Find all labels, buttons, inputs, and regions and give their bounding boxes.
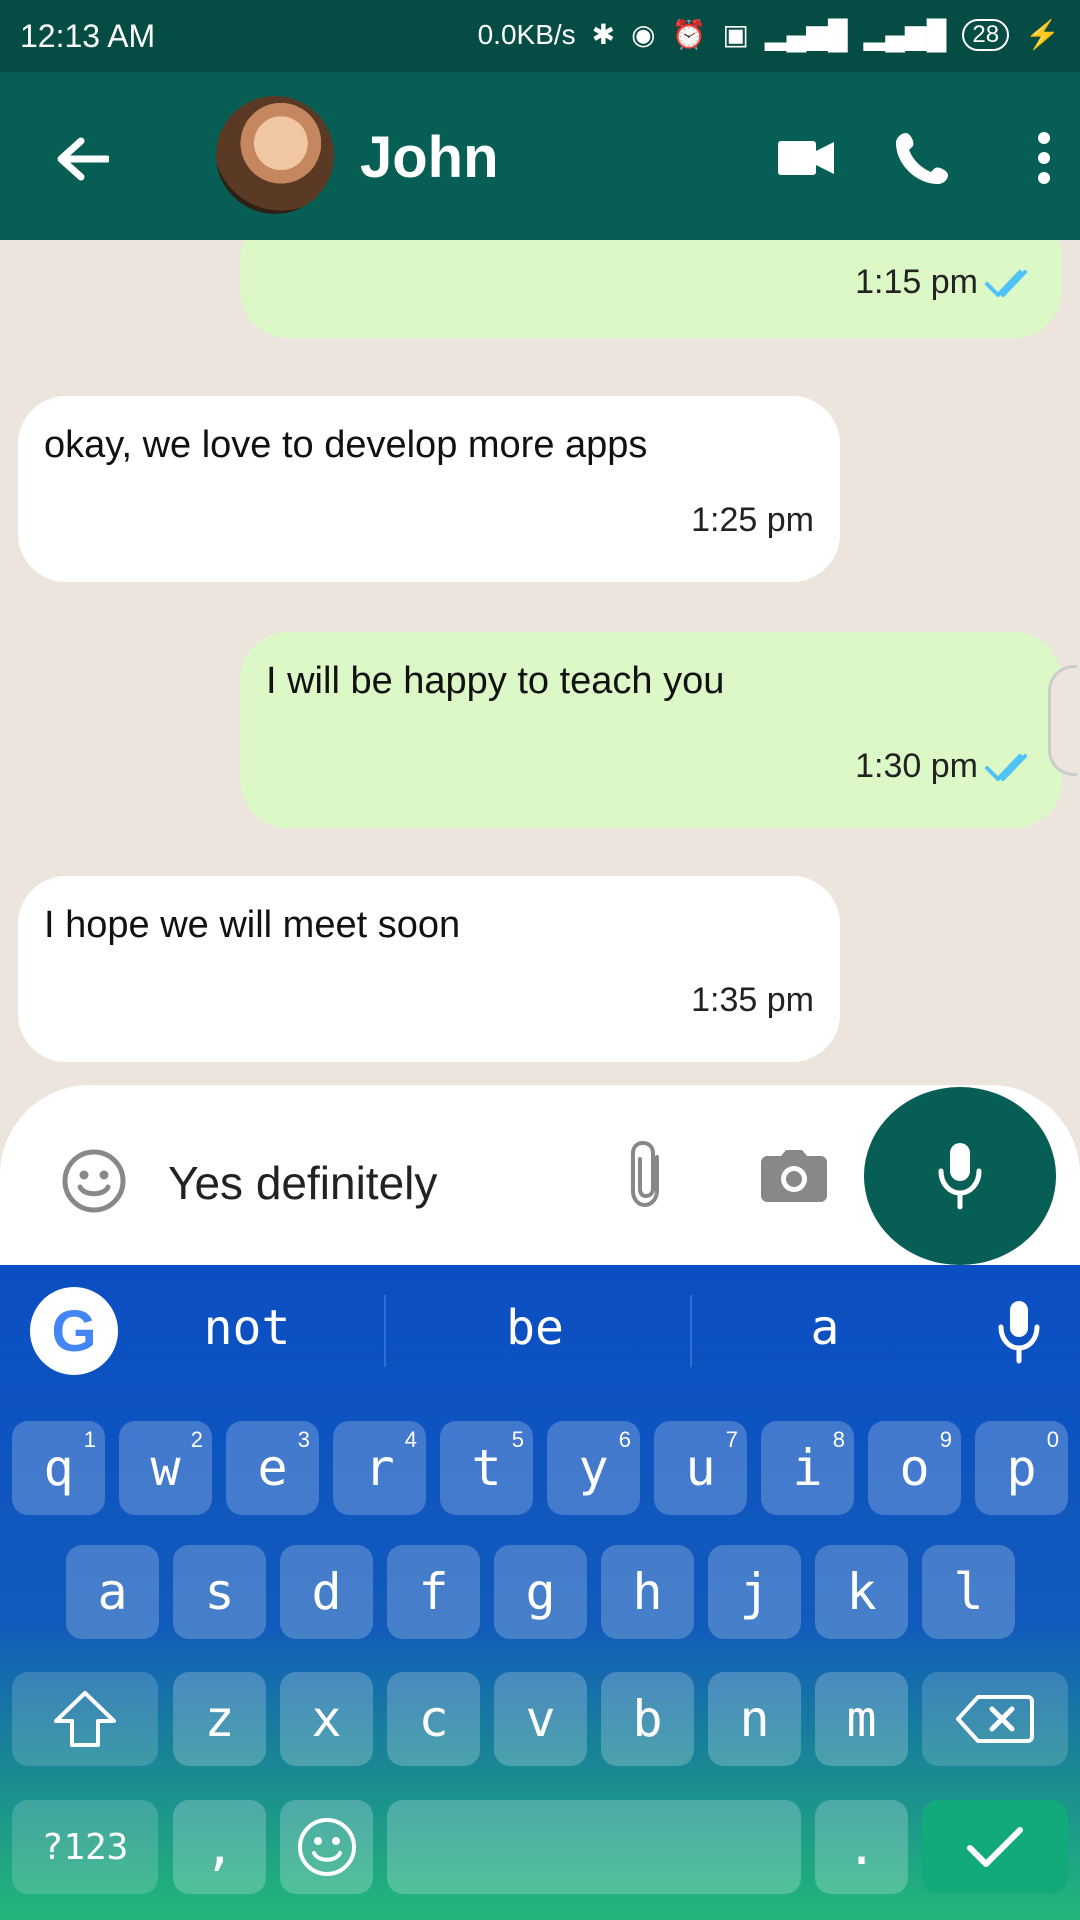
message-text: I hope we will meet soon	[44, 904, 461, 946]
message-composer	[0, 1085, 1080, 1265]
more-options-icon[interactable]	[1008, 122, 1080, 194]
shift-arrow-icon	[54, 1691, 116, 1747]
space-bar[interactable]	[387, 1800, 801, 1894]
key-m[interactable]: m	[815, 1672, 908, 1766]
message-list[interactable]: 1:15 pm okay, we love to develop more ap…	[0, 240, 1080, 1085]
key-q[interactable]: q1	[12, 1421, 105, 1515]
status-time: 12:13 AM	[20, 18, 156, 54]
message-time: 1:25 pm	[691, 501, 814, 539]
phone-call-icon[interactable]	[886, 122, 958, 194]
video-call-icon[interactable]	[770, 122, 842, 194]
status-bar: 12:13 AM 0.0KB/s ✱ ◉ ⏰ ▣ ▂▄▆█ ▂▄▆█ 28 ⚡	[0, 0, 1080, 72]
key-r[interactable]: r4	[333, 1421, 426, 1515]
smiley-icon	[297, 1818, 356, 1876]
key-e[interactable]: e3	[226, 1421, 319, 1515]
backspace-icon	[956, 1695, 1034, 1743]
message-bubble-outgoing[interactable]: I will be happy to teach you 1:30 pm	[240, 632, 1062, 828]
emoji-key[interactable]	[280, 1800, 373, 1894]
key-f[interactable]: f	[387, 1545, 480, 1639]
data-speed: 0.0KB/s	[477, 18, 576, 50]
suggestion-divider	[384, 1295, 386, 1367]
message-time: 1:35 pm	[691, 981, 814, 1019]
contact-name[interactable]: John	[360, 124, 499, 191]
status-icons: 0.0KB/s ✱ ◉ ⏰ ▣ ▂▄▆█ ▂▄▆█ 28 ⚡	[478, 18, 1060, 51]
message-meta: 1:35 pm	[691, 981, 814, 1020]
key-w[interactable]: w2	[119, 1421, 212, 1515]
key-x[interactable]: x	[280, 1672, 373, 1766]
key-p[interactable]: p0	[975, 1421, 1068, 1515]
key-g[interactable]: g	[494, 1545, 587, 1639]
message-meta: 1:25 pm	[691, 501, 814, 540]
key-s[interactable]: s	[173, 1545, 266, 1639]
key-u[interactable]: u7	[654, 1421, 747, 1515]
key-t[interactable]: t5	[440, 1421, 533, 1515]
key-z[interactable]: z	[173, 1672, 266, 1766]
message-bubble-incoming[interactable]: okay, we love to develop more apps 1:25 …	[18, 396, 840, 582]
checkmark-icon	[967, 1827, 1023, 1867]
message-time: 1:15 pm	[855, 263, 978, 301]
suggestion-3[interactable]: a	[750, 1300, 900, 1356]
enter-key[interactable]	[922, 1800, 1068, 1894]
charging-icon: ⚡	[1025, 19, 1060, 50]
key-c[interactable]: c	[387, 1672, 480, 1766]
bluetooth-icon: ✱	[591, 19, 616, 50]
key-y[interactable]: y6	[547, 1421, 640, 1515]
key-o[interactable]: o9	[868, 1421, 961, 1515]
suggestion-bar: G not be a	[0, 1265, 1080, 1405]
double-check-icon	[985, 269, 1027, 297]
comma-key[interactable]: ,	[173, 1800, 266, 1894]
key-l[interactable]: l	[922, 1545, 1015, 1639]
battery-indicator: 28	[962, 18, 1010, 51]
symbols-key[interactable]: ?123	[12, 1800, 158, 1894]
volte-icon: ▣	[722, 19, 749, 50]
toggle-icon: ◉	[631, 19, 656, 50]
key-v[interactable]: v	[494, 1672, 587, 1766]
shift-key[interactable]	[12, 1672, 158, 1766]
alarm-icon: ⏰	[671, 19, 707, 50]
microphone-icon	[938, 1143, 982, 1210]
keyboard-mic-icon[interactable]	[990, 1289, 1048, 1375]
voice-record-button[interactable]	[864, 1087, 1056, 1265]
message-meta: 1:30 pm	[855, 747, 1036, 786]
message-bubble-outgoing[interactable]: 1:15 pm	[240, 240, 1062, 338]
key-a[interactable]: a	[66, 1545, 159, 1639]
emoji-icon[interactable]	[58, 1145, 130, 1217]
key-d[interactable]: d	[280, 1545, 373, 1639]
attachment-icon[interactable]	[622, 1133, 672, 1215]
double-check-icon	[985, 753, 1027, 781]
back-arrow-icon[interactable]	[48, 124, 118, 194]
message-text: I will be happy to teach you	[266, 660, 725, 702]
chat-header: John	[0, 72, 1080, 240]
message-time: 1:30 pm	[855, 747, 978, 785]
camera-icon[interactable]	[758, 1147, 830, 1205]
suggestion-2[interactable]: be	[460, 1300, 610, 1356]
scroll-handle[interactable]	[1048, 665, 1077, 776]
message-meta: 1:15 pm	[855, 263, 1036, 302]
period-key[interactable]: .	[815, 1800, 908, 1894]
key-j[interactable]: j	[708, 1545, 801, 1639]
suggestion-1[interactable]: not	[172, 1300, 322, 1356]
message-input[interactable]	[166, 1145, 590, 1221]
signal-icon-2: ▂▄▆█	[863, 19, 947, 50]
message-bubble-incoming[interactable]: I hope we will meet soon 1:35 pm	[18, 876, 840, 1062]
key-n[interactable]: n	[708, 1672, 801, 1766]
key-k[interactable]: k	[815, 1545, 908, 1639]
key-b[interactable]: b	[601, 1672, 694, 1766]
key-h[interactable]: h	[601, 1545, 694, 1639]
signal-icon: ▂▄▆█	[764, 19, 848, 50]
soft-keyboard: G not be a q1 w2 e3 r4 t5 y6 u7 i8 o9 p0…	[0, 1265, 1080, 1920]
suggestion-divider	[690, 1295, 692, 1367]
backspace-key[interactable]	[922, 1672, 1068, 1766]
google-logo-icon[interactable]: G	[30, 1287, 118, 1375]
message-text: okay, we love to develop more apps	[44, 424, 648, 466]
key-i[interactable]: i8	[761, 1421, 854, 1515]
contact-avatar[interactable]	[216, 96, 334, 214]
